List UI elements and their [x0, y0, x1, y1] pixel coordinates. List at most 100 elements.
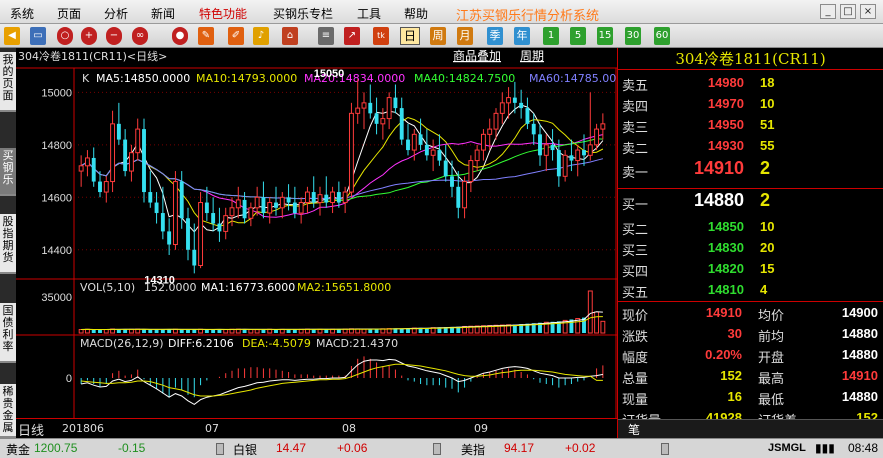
menu-analysis[interactable]: 分析: [104, 5, 128, 22]
separator: [661, 443, 669, 455]
sidebar-tab-index-futures[interactable]: 股指期货: [0, 214, 16, 274]
pen-icon[interactable]: ✎: [198, 27, 214, 45]
vol-label: VOL(5,10): [80, 281, 135, 294]
ask-row-1[interactable]: 卖一 14910 2: [618, 158, 883, 184]
overlay-link[interactable]: 商品叠加: [453, 48, 501, 63]
candle-body: [192, 249, 197, 266]
bid-row-1[interactable]: 买一 14880 2: [618, 190, 883, 216]
period-day-button[interactable]: 日: [400, 27, 420, 45]
period-year-button[interactable]: 年: [514, 27, 530, 45]
separator: [433, 443, 441, 455]
link-icon[interactable]: ∞: [132, 27, 148, 45]
app-window: 系统 页面 分析 新闻 特色功能 买钢乐专栏 工具 帮助 江苏买钢乐行情分析系统…: [0, 0, 883, 458]
ticker-name[interactable]: 白银: [233, 441, 257, 458]
menu-page[interactable]: 页面: [57, 5, 81, 22]
pencil-icon[interactable]: ✐: [228, 27, 244, 45]
menu-tools[interactable]: 工具: [357, 5, 381, 22]
menu-column[interactable]: 买钢乐专栏: [273, 5, 333, 22]
list-icon[interactable]: ≡: [318, 27, 334, 45]
bid-row-5[interactable]: 买五 14810 4: [618, 279, 883, 301]
ask-volume: 18: [760, 75, 775, 90]
bid-row-4[interactable]: 买四 14820 15: [618, 258, 883, 280]
ask-row-2[interactable]: 卖二 14930 55: [618, 135, 883, 157]
candle-body: [223, 215, 229, 232]
ma-legend-entry: MA60:14785.0000: [529, 72, 617, 85]
volume-bar: [324, 329, 329, 333]
ask-row-3[interactable]: 卖三 14950 51: [618, 114, 883, 136]
candle-body: [336, 192, 341, 203]
menu-system[interactable]: 系统: [10, 5, 34, 22]
quote-title: 304冷卷1811(CR11): [618, 48, 883, 70]
zoom-out-icon[interactable]: −: [106, 27, 122, 45]
close-button[interactable]: ×: [860, 4, 876, 19]
sidebar-tab-bond-rates[interactable]: 国债利率: [0, 303, 16, 363]
ask-row-5[interactable]: 卖五 14980 18: [618, 72, 883, 94]
record-icon[interactable]: ●: [172, 27, 188, 45]
period-link[interactable]: 周期: [520, 49, 544, 63]
sidebar-tab-precious-metals[interactable]: 稀贵金属: [0, 384, 16, 438]
volume-bar: [142, 329, 146, 333]
bid-row-2[interactable]: 买二 14850 10: [618, 216, 883, 238]
bid-row-3[interactable]: 买三 14830 20: [618, 237, 883, 259]
period-quarter-button[interactable]: 季: [487, 27, 503, 45]
sidebar-tab-maigangle[interactable]: 买钢乐: [0, 148, 16, 196]
zoom-in-icon[interactable]: +: [81, 27, 97, 45]
menu-featured[interactable]: 特色功能: [199, 5, 247, 22]
tick-icon[interactable]: tk: [373, 27, 389, 45]
bid-label: 买四: [622, 265, 649, 280]
ticker-name[interactable]: 美指: [461, 441, 485, 458]
bid-volume: 4: [760, 282, 768, 297]
kline-chart[interactable]: 304冷卷1811(CR11)<日线> 商品叠加 周期 K MA5:14850.…: [16, 48, 617, 418]
candle-body: [538, 134, 542, 156]
stat-label: 前均: [758, 330, 785, 345]
candle-body: [317, 194, 323, 204]
candle-body: [462, 181, 468, 209]
ask-price: 14980: [707, 75, 744, 90]
period-week-button[interactable]: 周: [430, 27, 446, 45]
tick-tab[interactable]: 笔: [628, 421, 640, 438]
candle-body: [380, 118, 386, 125]
back-arrow-icon[interactable]: ◀: [4, 27, 20, 45]
monitor-icon[interactable]: ▭: [30, 27, 46, 45]
search-icon[interactable]: ○: [57, 27, 73, 45]
stat-value: 14880: [841, 326, 878, 341]
chart-icon[interactable]: ↗: [344, 27, 360, 45]
menu-help[interactable]: 帮助: [404, 5, 428, 22]
ask-price: 14970: [707, 96, 744, 111]
minimize-button[interactable]: _: [820, 4, 836, 19]
candle-body: [84, 157, 90, 167]
x-tick: 09: [474, 422, 488, 435]
signal-icon: ▮▮▮: [815, 441, 835, 455]
min5-button[interactable]: 5: [570, 27, 586, 45]
candle-body: [519, 102, 524, 109]
candle-body: [600, 123, 606, 130]
stat-value: 14900: [841, 305, 878, 320]
bid-price: 14820: [707, 261, 744, 276]
min15-button[interactable]: 15: [597, 27, 613, 45]
ask-volume: 10: [760, 96, 775, 111]
period-month-button[interactable]: 月: [457, 27, 473, 45]
bell-icon[interactable]: ♪: [253, 27, 269, 45]
volume-bar: [274, 329, 278, 333]
candle-body: [242, 199, 247, 219]
y-tick-label: 14400: [41, 245, 72, 257]
volume-bar: [292, 329, 297, 333]
candle-body: [235, 199, 241, 209]
stat-value: 14880: [841, 347, 878, 362]
maximize-button[interactable]: □: [840, 4, 856, 19]
min1-button[interactable]: 1: [543, 27, 559, 45]
volume-bar: [186, 329, 190, 333]
y-tick-label: 14600: [41, 192, 72, 204]
ask-price: 14930: [707, 138, 744, 153]
candle-body: [569, 155, 574, 161]
min30-button[interactable]: 30: [625, 27, 641, 45]
min60-button[interactable]: 60: [654, 27, 670, 45]
ask-volume: 55: [760, 138, 775, 153]
ticker-name[interactable]: 黄金: [6, 441, 30, 458]
home-icon[interactable]: ⌂: [282, 27, 298, 45]
candle-body: [430, 149, 436, 156]
ask-row-4[interactable]: 卖四 14970 10: [618, 93, 883, 115]
candle-body: [304, 191, 310, 204]
menu-news[interactable]: 新闻: [151, 5, 175, 22]
sidebar-tab-my-page[interactable]: 我的页面: [0, 52, 16, 112]
